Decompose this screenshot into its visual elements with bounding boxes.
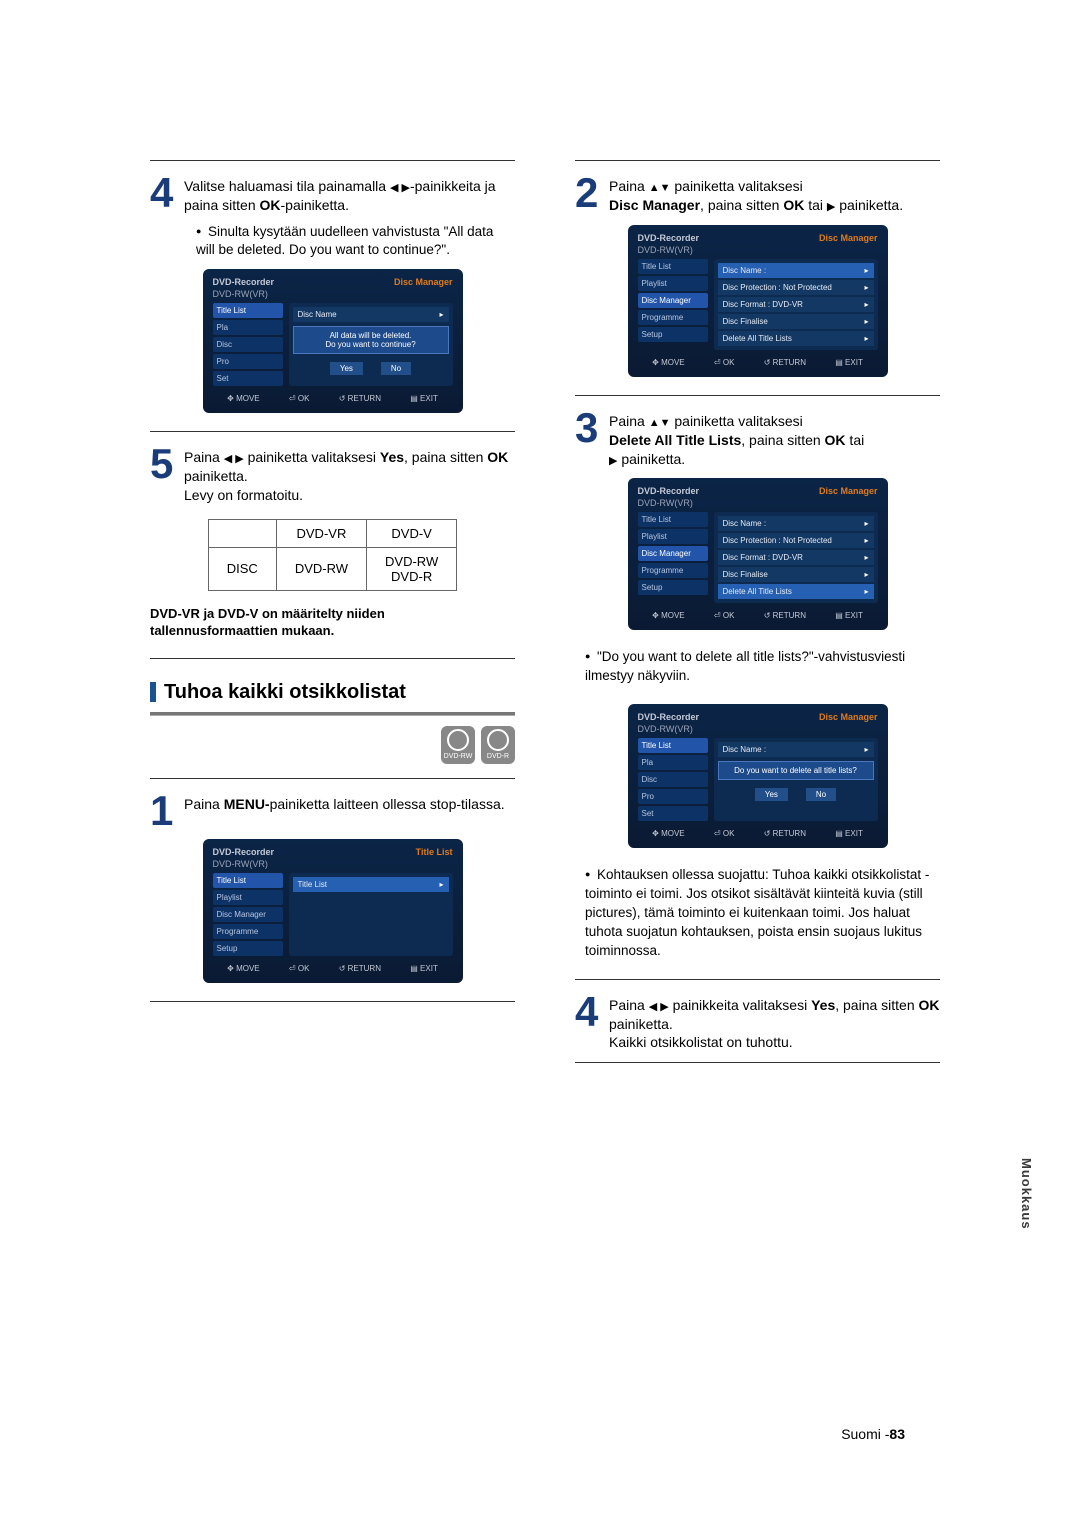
disc-format-table: DVD-VRDVD-V DISCDVD-RWDVD-RWDVD-R bbox=[208, 519, 457, 591]
disc-icon-row: DVD-RW DVD-R bbox=[150, 726, 515, 764]
left-column: 4 Valitse haluamasi tila painamalla ◀ ▶-… bbox=[150, 150, 515, 1077]
confirm-msg-bullet: "Do you want to delete all title lists?"… bbox=[575, 648, 940, 686]
dvd-r-icon: DVD-R bbox=[481, 726, 515, 764]
step-number: 5 bbox=[150, 446, 178, 482]
osd-panel-disc-manager: DVD-RecorderDisc Manager DVD-RW(VR) Titl… bbox=[628, 225, 888, 377]
section-tab: Muokkaus bbox=[1019, 1158, 1034, 1230]
step-number: 1 bbox=[150, 793, 178, 829]
osd-panel-delete-confirm: DVD-RecorderDisc Manager DVD-RW(VR) Titl… bbox=[628, 704, 888, 848]
right-step-3: 3 Paina ▲▼ painiketta valitaksesi Delete… bbox=[575, 410, 940, 469]
text: Valitse haluamasi tila painamalla bbox=[184, 178, 390, 194]
exit-hint: ▤ EXIT bbox=[410, 394, 438, 403]
format-note: DVD-VR ja DVD-V on määritelty niiden tal… bbox=[150, 605, 515, 640]
page-footer: Suomi -83 bbox=[841, 1426, 905, 1442]
left-step-5: 5 Paina ◀ ▶ painiketta valitaksesi Yes, … bbox=[150, 446, 515, 505]
no-button: No bbox=[381, 362, 411, 375]
right-step-4: 4 Paina ◀ ▶ painikkeita valitaksesi Yes,… bbox=[575, 994, 940, 1053]
step-number: 4 bbox=[150, 175, 178, 211]
ok-hint: ⏎ OK bbox=[289, 394, 310, 403]
return-hint: ↺ RETURN bbox=[339, 394, 381, 403]
no-button: No bbox=[806, 788, 836, 801]
move-hint: ✥ MOVE bbox=[227, 394, 260, 403]
yes-button: Yes bbox=[330, 362, 363, 375]
section-title: Tuhoa kaikki otsikkolistat bbox=[150, 681, 515, 704]
osd-panel-title-list: DVD-RecorderTitle List DVD-RW(VR) Title … bbox=[203, 839, 463, 983]
right-column: 2 Paina ▲▼ painiketta valitaksesi Disc M… bbox=[575, 150, 940, 1077]
dvd-rw-icon: DVD-RW bbox=[441, 726, 475, 764]
left-step-4: 4 Valitse haluamasi tila painamalla ◀ ▶-… bbox=[150, 175, 515, 215]
protected-note: Kohtauksen ollessa suojattu: Tuhoa kaikk… bbox=[575, 866, 940, 960]
text: -painiketta. bbox=[281, 197, 349, 213]
yes-button: Yes bbox=[755, 788, 788, 801]
right-step-2: 2 Paina ▲▼ painiketta valitaksesi Disc M… bbox=[575, 175, 940, 215]
left-step-1: 1 Paina MENU-painiketta laitteen ollessa… bbox=[150, 793, 515, 829]
osd-panel-confirm-delete: DVD-RecorderDisc Manager DVD-RW(VR) Titl… bbox=[203, 269, 463, 413]
ok-label: OK bbox=[260, 197, 281, 213]
bullet-text: Sinulta kysytään uudelleen vahvistusta "… bbox=[196, 223, 515, 259]
osd-panel-delete-highlight: DVD-RecorderDisc Manager DVD-RW(VR) Titl… bbox=[628, 478, 888, 630]
